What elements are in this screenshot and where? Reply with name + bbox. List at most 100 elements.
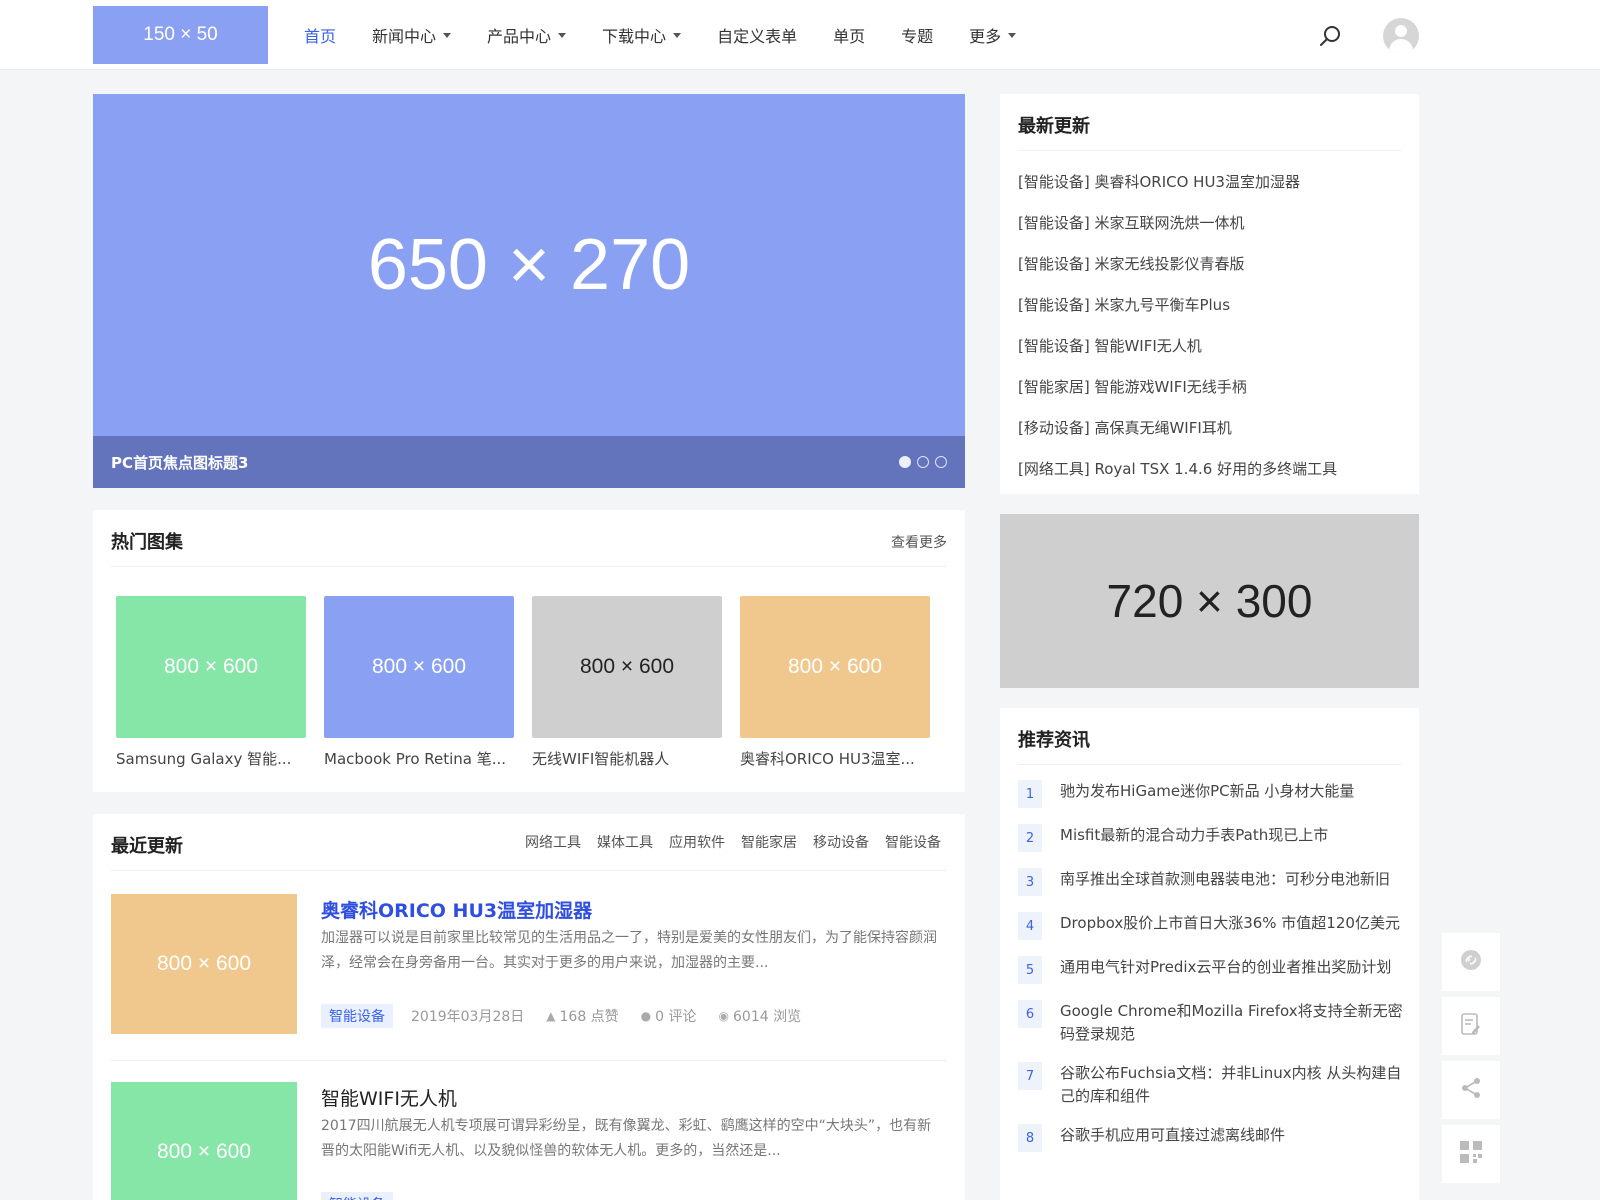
gallery-caption[interactable]: 奥睿科ORICO HU3温室... <box>740 748 930 769</box>
search-icon[interactable] <box>1318 24 1342 48</box>
latest-item[interactable]: [智能设备] 米家无线投影仪青春版 <box>1018 244 1408 285</box>
site-logo[interactable]: 150 × 50 <box>93 6 268 64</box>
nav-item-2[interactable]: 产品中心 <box>469 23 584 47</box>
latest-item[interactable]: [移动设备] 高保真无绳WIFI耳机 <box>1018 408 1408 449</box>
recent-updates-panel: 最近更新 网络工具 媒体工具 应用软件 智能家居 移动设备 智能设备 800 × 600 奥… <box>93 814 965 1200</box>
nav-item-label: 产品中心 <box>487 27 552 46</box>
gallery-thumb[interactable]: 800 × 600 <box>532 596 722 738</box>
recommend-item[interactable]: 1 驰为发布HiGame迷你PC新品 小身材大能量 <box>1018 780 1408 808</box>
link-button[interactable] <box>1442 933 1500 991</box>
slider-dot[interactable] <box>935 456 947 468</box>
focus-slider[interactable]: 650 × 270 PC首页焦点图标题3 <box>93 94 965 488</box>
nav-item-label: 下载中心 <box>602 27 667 46</box>
nav-item-3[interactable]: 下载中心 <box>584 23 699 47</box>
recent-tab[interactable]: 移动设备 <box>813 832 869 852</box>
rank-number: 1 <box>1018 780 1042 808</box>
gallery-item[interactable]: 800 × 600 无线WIFI智能机器人 <box>532 596 722 769</box>
recent-tab[interactable]: 智能家居 <box>741 832 797 852</box>
latest-item[interactable]: [智能设备] 米家九号平衡车Plus <box>1018 285 1408 326</box>
gallery-thumb[interactable]: 800 × 600 <box>324 596 514 738</box>
slider-dot[interactable] <box>899 456 911 468</box>
post-views-text: 6014 浏览 <box>733 1009 802 1025</box>
divider <box>1018 150 1401 151</box>
recommend-item[interactable]: 6 Google Chrome和Mozilla Firefox将支持全新无密码登录… <box>1018 1000 1408 1046</box>
gallery-item[interactable]: 800 × 600 Samsung Galaxy 智能... <box>116 596 306 769</box>
recent-tab[interactable]: 智能设备 <box>885 832 941 852</box>
gallery-caption[interactable]: Macbook Pro Retina 笔... <box>324 748 514 769</box>
recommend-item[interactable]: 7 谷歌公布Fuchsia文档：并非Linux内核 从头构建自己的库和组件 <box>1018 1062 1408 1108</box>
chevron-down-icon <box>673 32 682 38</box>
nav-item-4[interactable]: 自定义表单 <box>699 23 815 47</box>
hot-gallery-panel: 热门图集 查看更多 800 × 600 Samsung Galaxy 智能... 8… <box>93 510 965 792</box>
post-title[interactable]: 奥睿科ORICO HU3温室加湿器 <box>321 896 592 923</box>
nav-item-0[interactable]: 首页 <box>286 23 354 47</box>
category-badge[interactable]: 智能设备 <box>321 1192 393 1200</box>
recommend-text[interactable]: 通用电气针对Predix云平台的创业者推出奖励计划 <box>1060 956 1391 979</box>
recommend-text[interactable]: 谷歌公布Fuchsia文档：并非Linux内核 从头构建自己的库和组件 <box>1060 1062 1408 1108</box>
share-button[interactable] <box>1442 1061 1500 1119</box>
post-comments: ● 0 评论 <box>641 1006 697 1026</box>
recommend-text[interactable]: Google Chrome和Mozilla Firefox将支持全新无密码登录规… <box>1060 1000 1408 1046</box>
nav-item-label: 更多 <box>969 27 1002 46</box>
gallery-more-link[interactable]: 查看更多 <box>891 532 947 552</box>
recommend-text[interactable]: 驰为发布HiGame迷你PC新品 小身材大能量 <box>1060 780 1354 803</box>
recent-tab[interactable]: 媒体工具 <box>597 832 653 852</box>
post-thumb[interactable]: 800 × 600 <box>111 1082 297 1200</box>
recent-tab[interactable]: 应用软件 <box>669 832 725 852</box>
comment-icon: ● <box>640 1009 652 1023</box>
nav-item-label: 专题 <box>901 27 934 46</box>
rank-number: 3 <box>1018 868 1042 896</box>
recommend-item[interactable]: 8 谷歌手机应用可直接过滤离线邮件 <box>1018 1124 1408 1152</box>
latest-item[interactable]: [智能设备] 智能WIFI无人机 <box>1018 326 1408 367</box>
divider <box>1018 764 1401 765</box>
nav-item-1[interactable]: 新闻中心 <box>354 23 469 47</box>
edit-button[interactable] <box>1442 997 1500 1055</box>
post-date: 2019年03月28日 <box>411 1009 525 1025</box>
gallery-caption[interactable]: Samsung Galaxy 智能... <box>116 748 306 769</box>
post-title[interactable]: 智能WIFI无人机 <box>321 1084 457 1111</box>
nav-item-7[interactable]: 更多 <box>951 23 1034 47</box>
post-thumb[interactable]: 800 × 600 <box>111 894 297 1034</box>
latest-panel: 最新更新 [智能设备] 奥睿科ORICO HU3温室加湿器 [智能设备] 米家互联… <box>1000 94 1419 494</box>
main-nav: 首页 新闻中心 产品中心 下载中心 自定义表单 单页 专题 更多 <box>286 0 1034 70</box>
user-avatar[interactable] <box>1383 18 1419 54</box>
edit-icon <box>1460 1012 1482 1040</box>
category-badge[interactable]: 智能设备 <box>321 1004 393 1028</box>
slider-image[interactable]: 650 × 270 <box>93 94 965 436</box>
recommend-item[interactable]: 2 Misfit最新的混合动力手表Path现已上市 <box>1018 824 1408 852</box>
recent-tab[interactable]: 网络工具 <box>525 832 581 852</box>
recommend-item[interactable]: 5 通用电气针对Predix云平台的创业者推出奖励计划 <box>1018 956 1408 984</box>
slider-caption: PC首页焦点图标题3 <box>111 454 249 472</box>
recommend-text[interactable]: 南孚推出全球首款测电器装电池：可秒分电池新旧 <box>1060 868 1390 891</box>
gallery-item[interactable]: 800 × 600 Macbook Pro Retina 笔... <box>324 596 514 769</box>
top-header: 150 × 50 首页 新闻中心 产品中心 下载中心 自定义表单 单页 专题 更多 <box>0 0 1600 70</box>
recommend-text[interactable]: Misfit最新的混合动力手表Path现已上市 <box>1060 824 1328 847</box>
latest-item[interactable]: [网络工具] Royal TSX 1.4.6 好用的多终端工具 <box>1018 449 1408 490</box>
chevron-down-icon <box>443 32 452 38</box>
rank-number: 5 <box>1018 956 1042 984</box>
gallery-caption[interactable]: 无线WIFI智能机器人 <box>532 748 722 769</box>
recommend-text[interactable]: Dropbox股价上市首日大涨36% 市值超120亿美元 <box>1060 912 1400 935</box>
recommend-panel: 推荐资讯 1 驰为发布HiGame迷你PC新品 小身材大能量 2 Misfit最新的混… <box>1000 708 1419 1200</box>
recommend-item[interactable]: 3 南孚推出全球首款测电器装电池：可秒分电池新旧 <box>1018 868 1408 896</box>
nav-item-6[interactable]: 专题 <box>883 23 951 47</box>
recommend-text[interactable]: 谷歌手机应用可直接过滤离线邮件 <box>1060 1124 1285 1147</box>
ad-banner[interactable]: 720 × 300 <box>1000 514 1419 688</box>
recommend-item[interactable]: 4 Dropbox股价上市首日大涨36% 市值超120亿美元 <box>1018 912 1408 940</box>
latest-item[interactable]: [智能家居] 智能游戏WIFI无线手柄 <box>1018 367 1408 408</box>
latest-item[interactable]: [智能设备] 米家互联网洗烘一体机 <box>1018 203 1408 244</box>
nav-item-5[interactable]: 单页 <box>815 23 883 47</box>
slider-dot[interactable] <box>917 456 929 468</box>
latest-list: [智能设备] 奥睿科ORICO HU3温室加湿器 [智能设备] 米家互联网洗烘一体… <box>1018 162 1408 490</box>
latest-item[interactable]: [智能设备] 奥睿科ORICO HU3温室加湿器 <box>1018 162 1408 203</box>
chevron-down-icon <box>558 32 567 38</box>
eye-icon: ◉ <box>718 1009 729 1023</box>
recent-title: 最近更新 <box>111 836 183 857</box>
divider <box>111 566 947 567</box>
gallery-thumb[interactable]: 800 × 600 <box>740 596 930 738</box>
post-item: 800 × 600 奥睿科ORICO HU3温室加湿器 加湿器可以说是目前家里比较常… <box>111 894 947 1054</box>
gallery-item[interactable]: 800 × 600 奥睿科ORICO HU3温室... <box>740 596 930 769</box>
nav-item-label: 自定义表单 <box>717 27 798 46</box>
qrcode-button[interactable] <box>1442 1125 1500 1183</box>
gallery-thumb[interactable]: 800 × 600 <box>116 596 306 738</box>
